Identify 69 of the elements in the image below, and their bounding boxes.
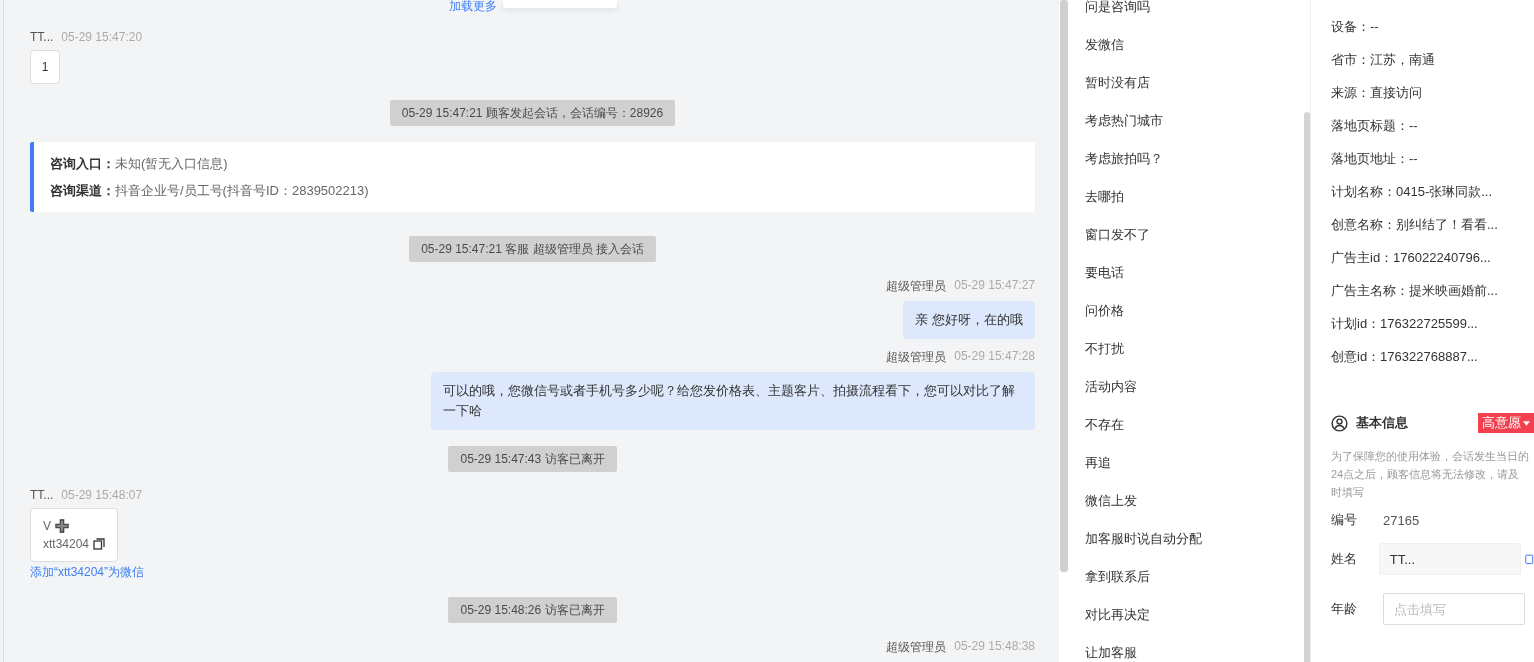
wechat-prefix: V	[43, 518, 51, 535]
system-notice: 05-29 15:47:43 访客已离开	[448, 446, 617, 472]
info-value: 抖音企业号/员工号(抖音号ID：2839502213)	[115, 183, 369, 198]
visitor-detail: 创意名称：别纠结了！看看...	[1331, 218, 1499, 234]
quick-reply-item[interactable]: 发微信	[1085, 38, 1288, 76]
visitor-detail: 广告主id：176022240796...	[1331, 251, 1492, 267]
user-icon	[1331, 414, 1348, 432]
quick-reply-item[interactable]: 考虑热门城市	[1085, 114, 1288, 152]
info-label: 咨询入口：	[50, 156, 115, 171]
message-time: 05-29 15:48:38	[954, 639, 1035, 655]
message-time: 05-29 15:47:28	[954, 349, 1035, 365]
message-time: 05-29 15:48:07	[61, 488, 143, 502]
info-value: 未知(暂无入口信息)	[115, 156, 228, 171]
visitor-detail: 计划名称：0415-张琳同款...	[1331, 185, 1494, 201]
plus-icon	[55, 519, 69, 533]
sender-name: TT...	[30, 30, 54, 44]
system-notice: 05-29 15:47:21 客服 超级管理员 接入会话	[409, 236, 656, 262]
quick-reply-item[interactable]: 再追	[1085, 456, 1288, 494]
add-wechat-link[interactable]: 添加“xtt34204”为微信	[30, 564, 145, 581]
visitor-detail: 广告主名称：提米映画婚前...	[1331, 284, 1499, 300]
quick-reply-item[interactable]: 加客服时说自动分配	[1085, 532, 1288, 570]
message-bubble: 亲 您好呀，在的哦	[903, 301, 1035, 339]
scrollbar-thumb[interactable]	[1304, 112, 1310, 662]
sender-name: 超级管理员	[886, 278, 947, 295]
sender-name: 超级管理员	[886, 639, 947, 656]
visitor-detail: 落地页标题：--	[1331, 119, 1419, 135]
info-label: 咨询渠道：	[50, 183, 115, 198]
system-notice: 05-29 15:48:26 访客已离开	[448, 597, 617, 623]
field-label: 姓名	[1331, 550, 1358, 568]
visitor-detail: 落地页地址：--	[1331, 152, 1419, 168]
quick-reply-item[interactable]: 去哪拍	[1085, 190, 1288, 228]
age-field[interactable]: 点击填写	[1383, 593, 1525, 625]
copy-icon[interactable]	[93, 538, 106, 550]
quick-reply-item[interactable]: 要电话	[1085, 266, 1288, 304]
quick-reply-item[interactable]: 考虑旅拍吗？	[1085, 152, 1288, 190]
section-title: 基本信息	[1356, 414, 1409, 432]
quick-reply-item[interactable]: 问价格	[1085, 304, 1288, 342]
caret-icon	[1523, 420, 1530, 426]
notice-text: 为了保障您的使用体验，会话发生当日的24点之后，顾客信息将无法修改，请及时填写	[1331, 449, 1530, 500]
visitor-detail: 设备：--	[1331, 20, 1380, 36]
quick-reply-item[interactable]: 拿到联系后	[1085, 570, 1288, 608]
message-time: 05-29 15:47:20	[61, 30, 143, 44]
message-bubble: 1	[30, 50, 60, 84]
sender-name: 超级管理员	[886, 349, 947, 366]
field-label: 编号	[1331, 511, 1358, 529]
quick-reply-item[interactable]: 不存在	[1085, 418, 1288, 456]
sender-name: TT...	[30, 488, 54, 502]
visitor-detail: 创意id：176322768887...	[1331, 350, 1479, 366]
load-more-link[interactable]: 加载更多	[448, 0, 497, 12]
quick-reply-item[interactable]: 窗口发不了	[1085, 228, 1288, 266]
visitor-detail: 计划id：176322725599...	[1331, 317, 1479, 333]
quick-reply-item[interactable]: 让加客服	[1085, 646, 1288, 662]
quick-reply-item[interactable]: 微信上发	[1085, 494, 1288, 532]
quick-reply-item[interactable]: 对比再决定	[1085, 608, 1288, 646]
quick-reply-item[interactable]: 不打扰	[1085, 342, 1288, 380]
field-label: 年龄	[1331, 600, 1358, 618]
message-bubble: 可以的哦，您微信号或者手机号多少呢？给您发价格表、主题客片、拍摄流程看下，您可以对比了解一下哈	[431, 372, 1035, 430]
wechat-id: xtt34204	[43, 536, 90, 553]
quick-reply-item[interactable]: 活动内容	[1085, 380, 1288, 418]
quick-reply-item[interactable]: 暂时没有店	[1085, 76, 1288, 114]
message-time: 05-29 15:47:27	[954, 278, 1035, 294]
name-field[interactable]: TT...	[1378, 543, 1521, 575]
system-notice: 05-29 15:47:21 顾客发起会话，会话编号：28926	[389, 100, 676, 126]
quick-reply-item[interactable]: 问是咨询吗	[1085, 0, 1288, 38]
customer-number: 27165	[1383, 512, 1420, 528]
scrollbar-thumb[interactable]	[1060, 0, 1068, 572]
visitor-detail: 来源：直接访问	[1331, 86, 1423, 102]
visitor-detail: 省市：江苏，南通	[1331, 53, 1436, 69]
intent-tag-dropdown[interactable]: 高意愿	[1478, 413, 1534, 433]
